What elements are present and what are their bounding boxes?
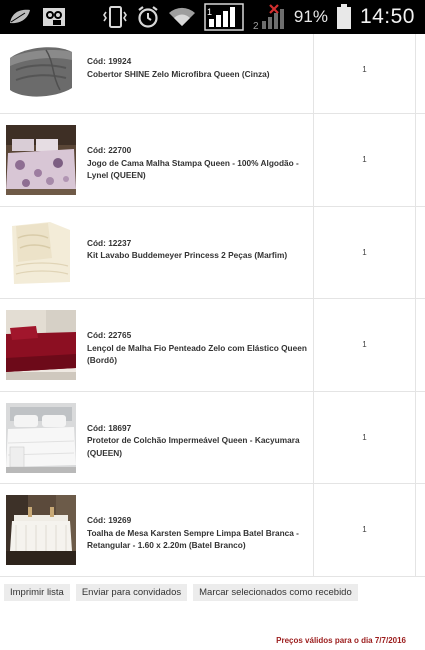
product-name[interactable]: Lençol de Malha Fio Penteado Zelo com El… [87,342,307,367]
column-divider [415,299,416,391]
list-item: Cód: 18697 Protetor de Colchão Impermeáv… [0,391,425,484]
column-divider [415,391,416,483]
product-name[interactable]: Jogo de Cama Malha Stampa Queen - 100% A… [87,157,307,182]
product-thumbnail[interactable] [6,310,76,380]
product-code: Cód: 19269 [87,515,132,525]
svg-text:2: 2 [253,21,259,31]
clock: 14:50 [359,5,415,28]
product-quantity: 1 [362,247,367,257]
product-quantity: 1 [362,155,367,164]
product-info: Cód: 12237 Kit Lavabo Buddemeyer Princes… [87,237,307,262]
status-bar: 1 2 91% 14:50 [0,0,425,34]
list-item: Cód: 19924 Cobertor SHINE Zelo Microfibr… [0,34,425,114]
list-item: Cód: 22700 Jogo de Cama Malha Stampa Que… [0,114,425,207]
price-validity-note: Preços válidos para o dia 7/7/2016 [276,636,406,645]
list-item: Cód: 19269 Toalha de Mesa Karsten Sempre… [0,484,425,577]
send-to-guests-button[interactable]: Enviar para convidados [75,584,188,601]
product-thumbnail[interactable] [6,402,76,473]
product-quantity: 1 [362,340,367,349]
product-code: Cód: 18697 [87,422,132,433]
battery-percent: 91% [293,7,328,26]
column-divider [415,206,416,298]
leaf-icon [8,7,32,27]
signal-2-no-service-icon: 2 [252,3,286,31]
product-info: Cód: 22700 Jogo de Cama Malha Stampa Que… [87,144,307,182]
list-actions: Imprimir lista Enviar para convidados Ma… [4,584,358,601]
column-divider [415,34,416,113]
product-info: Cód: 19269 Toalha de Mesa Karsten Sempre… [87,514,307,552]
product-thumbnail[interactable] [6,495,76,565]
product-code: Cód: 22765 [87,330,132,340]
product-quantity: 1 [362,432,367,442]
product-name[interactable]: Kit Lavabo Buddemeyer Princess 2 Peças (… [87,249,307,262]
vibrate-icon [102,5,128,29]
gift-list: Cód: 19924 Cobertor SHINE Zelo Microfibr… [0,34,425,577]
product-info: Cód: 22765 Lençol de Malha Fio Penteado … [87,329,307,367]
mark-received-button[interactable]: Marcar selecionados como recebido [193,584,358,601]
column-divider [415,484,416,576]
signal-1-icon: 1 [204,3,244,31]
list-item: Cód: 12237 Kit Lavabo Buddemeyer Princes… [0,206,425,299]
product-quantity: 1 [362,525,367,534]
list-item: Cód: 22765 Lençol de Malha Fio Penteado … [0,299,425,392]
voicemail-icon [42,6,66,28]
product-code: Cód: 22700 [87,145,132,155]
product-name[interactable]: Protetor de Colchão Impermeável Queen - … [87,434,307,459]
product-code: Cód: 19924 [87,56,132,66]
product-thumbnail[interactable] [6,36,76,106]
alarm-icon [136,5,160,29]
wifi-icon [168,6,196,28]
product-thumbnail[interactable] [6,217,76,288]
product-info: Cód: 18697 Protetor de Colchão Impermeáv… [87,422,307,460]
product-name[interactable]: Toalha de Mesa Karsten Sempre Limpa Bate… [87,527,307,552]
product-thumbnail[interactable] [6,125,76,195]
battery-icon [336,4,352,30]
print-list-button[interactable]: Imprimir lista [4,584,70,601]
column-divider [415,114,416,206]
product-info: Cód: 19924 Cobertor SHINE Zelo Microfibr… [87,55,307,80]
svg-text:1: 1 [207,7,212,17]
product-quantity: 1 [362,65,367,74]
product-name[interactable]: Cobertor SHINE Zelo Microfibra Queen (Ci… [87,68,307,81]
product-code: Cód: 12237 [87,237,132,248]
